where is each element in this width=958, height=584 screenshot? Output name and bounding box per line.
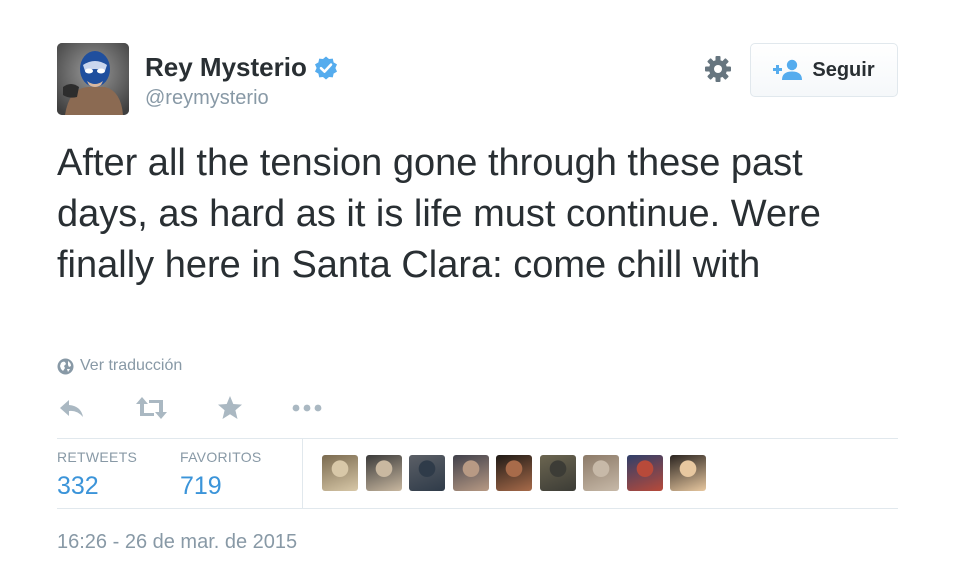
favorites-label: FAVORITOS <box>180 449 262 465</box>
display-name[interactable]: Rey Mysterio <box>145 52 339 83</box>
avatar-image <box>57 43 129 115</box>
favoriter-avatar[interactable] <box>583 455 619 491</box>
follow-button-label: Seguir <box>812 58 875 81</box>
tweet-card: Rey Mysterio @reymysterio Seguir After a… <box>0 0 958 584</box>
favoriter-avatar[interactable] <box>322 455 358 491</box>
translate-link[interactable]: Ver traducción <box>57 357 182 375</box>
retweets-stat[interactable]: RETWEETS 332 <box>57 449 137 501</box>
favorite-star-icon[interactable] <box>216 394 244 422</box>
divider-top <box>57 438 898 439</box>
favoriters-list <box>322 455 714 491</box>
retweets-count: 332 <box>57 472 99 500</box>
favoriter-avatar[interactable] <box>539 455 576 491</box>
favoriter-avatar[interactable] <box>626 455 663 491</box>
screen-name[interactable]: @reymysterio <box>145 87 269 110</box>
verified-badge-icon <box>314 56 337 79</box>
more-dots-icon[interactable] <box>291 394 323 422</box>
favoriter-avatar[interactable] <box>365 455 402 491</box>
favoriter-avatar[interactable] <box>452 455 489 491</box>
favoriter-avatar[interactable] <box>409 455 445 491</box>
globe-icon <box>57 358 74 374</box>
reply-icon[interactable] <box>58 394 86 422</box>
tweet-text: After all the tension gone through these… <box>57 142 821 286</box>
retweet-icon[interactable] <box>135 394 168 422</box>
favoriter-avatar[interactable] <box>670 455 706 491</box>
follow-button[interactable]: Seguir <box>750 43 898 97</box>
favoriter-avatar[interactable] <box>496 455 532 491</box>
translate-label: Ver traducción <box>80 357 183 374</box>
divider-bottom <box>57 508 898 509</box>
add-user-icon <box>773 59 803 80</box>
display-name-text: Rey Mysterio <box>145 52 307 82</box>
favorites-stat[interactable]: FAVORITOS 719 <box>180 449 262 501</box>
avatar[interactable] <box>57 43 129 115</box>
gear-icon[interactable] <box>704 55 732 83</box>
favorites-count: 719 <box>180 472 222 500</box>
stats-divider <box>302 439 303 508</box>
retweets-label: RETWEETS <box>57 449 138 465</box>
tweet-timestamp[interactable]: 16:26 - 26 de mar. de 2015 <box>57 531 297 554</box>
